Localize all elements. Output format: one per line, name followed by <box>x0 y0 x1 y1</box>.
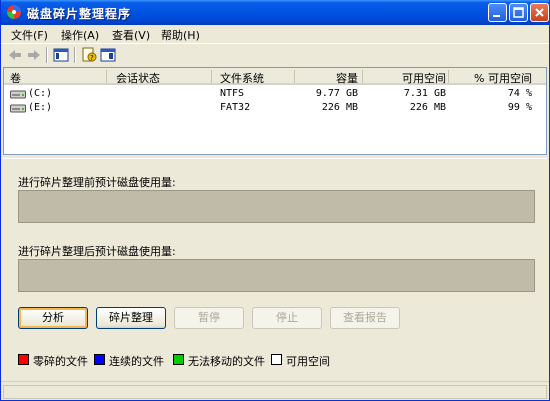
volume-percent-free: 74 % <box>507 88 532 99</box>
volume-free: 7.31 GB <box>403 88 446 99</box>
volume-capacity: 9.77 GB <box>315 88 358 99</box>
column-divider[interactable] <box>362 70 363 83</box>
column-divider[interactable] <box>294 70 295 83</box>
volume-fs: NTFS <box>220 88 245 99</box>
legend-swatch <box>173 354 184 365</box>
status-cell <box>3 385 547 399</box>
back-arrow-icon[interactable] <box>7 47 23 63</box>
legend-label: 可用空间 <box>286 355 330 368</box>
analyze-button[interactable]: 分析 <box>18 307 88 329</box>
close-icon <box>535 8 544 17</box>
list-header: 卷 会话状态 文件系统 容量 可用空间 % 可用空间 <box>4 68 546 85</box>
after-usage-label: 进行碎片整理后预计磁盘使用量: <box>18 245 176 258</box>
defrag-app-icon <box>7 5 21 19</box>
maximize-button[interactable] <box>509 3 528 22</box>
hard-drive-icon <box>10 90 26 99</box>
status-bar <box>1 381 549 401</box>
volume-name: (C:) <box>28 88 53 99</box>
legend-swatch <box>271 354 282 365</box>
toolbar: ? <box>1 43 549 65</box>
defrag-window: 磁盘碎片整理程序 文件(F) 操作(A) 查看(V) 帮助(H) ? 卷 会话状… <box>0 0 550 401</box>
volume-capacity: 226 MB <box>321 102 358 113</box>
col-session-status[interactable]: 会话状态 <box>116 70 160 86</box>
help-icon[interactable]: ? <box>81 47 97 63</box>
menu-bar: 文件(F) 操作(A) 查看(V) 帮助(H) <box>1 25 549 43</box>
minimize-button[interactable] <box>488 3 507 22</box>
col-percent-free[interactable]: % 可用空间 <box>456 70 532 86</box>
col-file-system[interactable]: 文件系统 <box>220 70 264 86</box>
close-button[interactable] <box>530 3 549 22</box>
legend-swatch <box>18 354 29 365</box>
toolbar-separator <box>74 47 76 63</box>
menu-action[interactable]: 操作(A) <box>61 27 99 43</box>
pause-button[interactable]: 暂停 <box>174 307 244 329</box>
window-title: 磁盘碎片整理程序 <box>27 7 132 21</box>
before-usage-display <box>18 190 535 223</box>
svg-text:?: ? <box>90 54 94 62</box>
view-report-button[interactable]: 查看报告 <box>330 307 400 329</box>
volume-fs: FAT32 <box>220 102 251 113</box>
properties-icon[interactable] <box>100 47 116 63</box>
volume-row[interactable]: (C:) NTFS 9.77 GB 7.31 GB 74 % <box>4 87 546 101</box>
volume-free: 226 MB <box>409 102 446 113</box>
legend-label: 无法移动的文件 <box>188 355 265 368</box>
column-divider[interactable] <box>106 70 107 83</box>
volume-name: (E:) <box>28 102 53 113</box>
volume-list[interactable]: 卷 会话状态 文件系统 容量 可用空间 % 可用空间 (C:) NTFS 9.7… <box>3 67 547 155</box>
volume-percent-free: 99 % <box>507 102 532 113</box>
menu-help[interactable]: 帮助(H) <box>161 27 200 43</box>
stop-button[interactable]: 停止 <box>252 307 322 329</box>
menu-view[interactable]: 查看(V) <box>112 27 150 43</box>
legend-label: 连续的文件 <box>109 355 164 368</box>
before-usage-label: 进行碎片整理前预计磁盘使用量: <box>18 176 176 189</box>
forward-arrow-icon[interactable] <box>26 47 42 63</box>
analysis-panel: 进行碎片整理前预计磁盘使用量: 进行碎片整理后预计磁盘使用量: 分析 碎片整理 … <box>3 158 547 378</box>
legend-swatch <box>94 354 105 365</box>
maximize-icon <box>513 7 524 18</box>
toolbar-separator <box>46 47 48 63</box>
column-divider[interactable] <box>211 70 212 83</box>
console-tree-icon[interactable] <box>53 47 69 63</box>
col-volume[interactable]: 卷 <box>10 70 21 86</box>
after-usage-display <box>18 259 535 292</box>
title-bar[interactable]: 磁盘碎片整理程序 <box>1 0 549 25</box>
defragment-button[interactable]: 碎片整理 <box>96 307 166 329</box>
column-divider[interactable] <box>448 70 449 83</box>
col-capacity[interactable]: 容量 <box>326 70 358 86</box>
menu-file[interactable]: 文件(F) <box>11 27 48 43</box>
hard-drive-icon <box>10 104 26 113</box>
col-free-space[interactable]: 可用空间 <box>376 70 446 86</box>
minimize-icon <box>493 15 500 17</box>
volume-row[interactable]: (E:) FAT32 226 MB 226 MB 99 % <box>4 101 546 115</box>
legend-label: 零碎的文件 <box>33 355 88 368</box>
